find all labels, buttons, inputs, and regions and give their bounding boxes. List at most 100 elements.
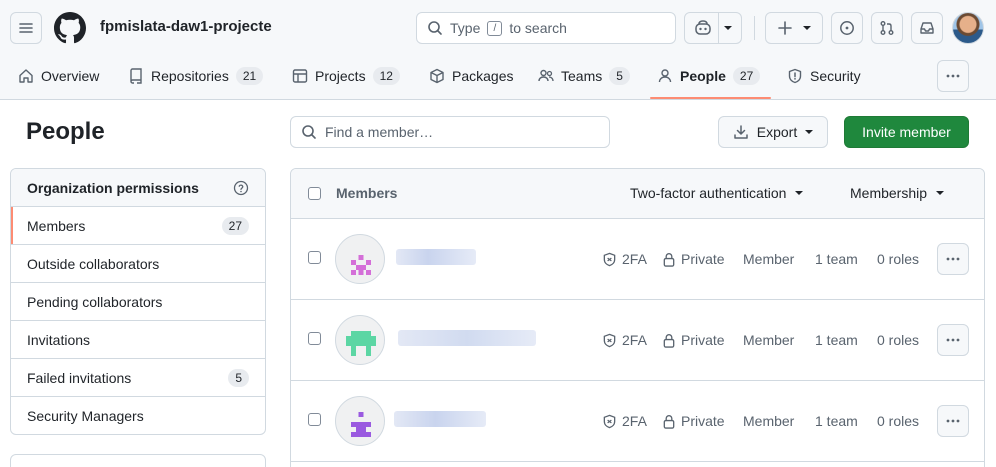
- people-icon: [538, 69, 554, 82]
- membership-filter-label: Membership: [850, 185, 928, 201]
- package-icon: [430, 68, 444, 84]
- chevron-down-icon: [795, 191, 804, 195]
- two-factor-filter-label: Two-factor authentication: [630, 185, 787, 201]
- tab-label: Packages: [452, 68, 514, 84]
- visibility-status: Private: [662, 332, 725, 348]
- member-search-input[interactable]: Find a member…: [290, 116, 610, 148]
- teams-link[interactable]: 1 team: [815, 413, 858, 429]
- search-icon: [428, 21, 442, 35]
- identicon-icon: [351, 255, 371, 275]
- tab-label: Overview: [41, 68, 100, 84]
- two-factor-label: 2FA: [622, 332, 647, 348]
- row-actions-button[interactable]: [937, 324, 969, 356]
- user-avatar[interactable]: [952, 12, 984, 44]
- two-factor-label: 2FA: [622, 413, 647, 429]
- tab-counter: 5: [609, 67, 630, 85]
- person-icon: [658, 69, 672, 83]
- membership-filter[interactable]: Membership: [850, 185, 945, 201]
- sidebar-item-pending-collaborators[interactable]: Pending collaborators: [11, 283, 265, 321]
- plus-icon: [778, 21, 792, 35]
- visibility-label: Private: [681, 332, 725, 348]
- member-name-redacted[interactable]: [396, 249, 476, 265]
- shield-check-icon: [603, 252, 616, 266]
- member-name-redacted[interactable]: [394, 411, 486, 427]
- tab-people[interactable]: People 27: [657, 56, 761, 96]
- tab-label: Security: [810, 68, 861, 84]
- role-label: Member: [743, 332, 795, 348]
- select-all-checkbox[interactable]: [308, 187, 321, 200]
- export-button[interactable]: Export: [718, 116, 828, 148]
- tab-overview[interactable]: Overview: [18, 56, 99, 96]
- search-icon: [302, 125, 316, 139]
- tab-security[interactable]: Security: [787, 56, 861, 96]
- invite-member-button[interactable]: Invite member: [844, 116, 969, 148]
- tab-counter: 12: [372, 67, 400, 85]
- create-new-button[interactable]: [765, 12, 823, 44]
- identicon-icon: [351, 412, 371, 437]
- lock-icon: [663, 252, 675, 267]
- question-icon[interactable]: [233, 180, 249, 196]
- issues-button[interactable]: [831, 12, 863, 44]
- row-actions-button[interactable]: [937, 405, 969, 437]
- role-label: Member: [743, 413, 795, 429]
- table-row: 2FA Private Member 1 team 0 roles: [291, 300, 984, 381]
- kebab-horizontal-icon: [946, 74, 960, 78]
- members-column-header: Members: [336, 185, 398, 201]
- row-checkbox[interactable]: [308, 332, 321, 345]
- teams-link[interactable]: 1 team: [815, 251, 858, 267]
- sidebar-heading-label: Organization permissions: [27, 179, 199, 196]
- copilot-button[interactable]: [684, 12, 742, 44]
- visibility-status: Private: [662, 251, 725, 267]
- lock-icon: [663, 414, 675, 429]
- sidebar-item-label: Failed invitations: [27, 369, 132, 386]
- kebab-horizontal-icon: [946, 338, 960, 342]
- org-name-link[interactable]: fpmislata-daw1-projecte: [100, 18, 272, 35]
- member-name-redacted[interactable]: [398, 330, 536, 346]
- two-factor-filter[interactable]: Two-factor authentication: [630, 185, 804, 201]
- avatar[interactable]: [335, 315, 385, 365]
- sidebar-item-security-managers[interactable]: Security Managers: [11, 397, 265, 434]
- git-pull-request-icon: [880, 21, 894, 35]
- table-icon: [292, 69, 308, 83]
- two-factor-status: 2FA: [602, 332, 647, 348]
- table-row: 2FA Private Member 1 team 0 roles: [291, 219, 984, 300]
- copilot-icon: [695, 20, 711, 35]
- global-search-input[interactable]: Type / to search: [416, 12, 676, 44]
- inbox-button[interactable]: [911, 12, 943, 44]
- tab-packages[interactable]: Packages: [429, 56, 513, 96]
- teams-link[interactable]: 1 team: [815, 332, 858, 348]
- tab-repositories[interactable]: Repositories 21: [128, 56, 264, 96]
- members-table: Members Two-factor authentication Member…: [290, 168, 985, 467]
- tab-label: Teams: [561, 68, 603, 84]
- tab-label: People: [680, 68, 726, 84]
- sidebar-item-members[interactable]: Members 27: [11, 207, 265, 245]
- shield-icon: [788, 68, 802, 84]
- shield-check-icon: [603, 414, 616, 428]
- sidebar-item-failed-invitations[interactable]: Failed invitations 5: [11, 359, 265, 397]
- row-checkbox[interactable]: [308, 251, 321, 264]
- kebab-horizontal-icon: [946, 419, 960, 423]
- roles-label: 0 roles: [877, 251, 920, 267]
- lock-icon: [663, 333, 675, 348]
- more-tabs-button[interactable]: [937, 60, 969, 92]
- row-actions-button[interactable]: [937, 243, 969, 275]
- sidebar-item-label: Outside collaborators: [27, 255, 160, 272]
- sidebar-heading: Organization permissions: [11, 169, 265, 207]
- two-factor-label: 2FA: [622, 251, 647, 267]
- search-shortcut-key: /: [487, 20, 503, 36]
- row-checkbox[interactable]: [308, 413, 321, 426]
- page-title: People: [26, 118, 105, 145]
- visibility-label: Private: [681, 251, 725, 267]
- identicon-icon: [346, 331, 376, 356]
- menu-button[interactable]: [10, 12, 42, 44]
- github-logo-icon[interactable]: [54, 12, 86, 44]
- tab-projects[interactable]: Projects 12: [292, 56, 400, 96]
- sidebar-item-label: Pending collaborators: [27, 293, 163, 310]
- tab-teams[interactable]: Teams 5: [538, 56, 630, 96]
- pull-requests-button[interactable]: [871, 12, 903, 44]
- avatar[interactable]: [335, 234, 385, 284]
- app-header: fpmislata-daw1-projecte Type / to search…: [0, 0, 996, 100]
- avatar[interactable]: [335, 396, 385, 446]
- sidebar-item-invitations[interactable]: Invitations: [11, 321, 265, 359]
- sidebar-item-outside-collaborators[interactable]: Outside collaborators: [11, 245, 265, 283]
